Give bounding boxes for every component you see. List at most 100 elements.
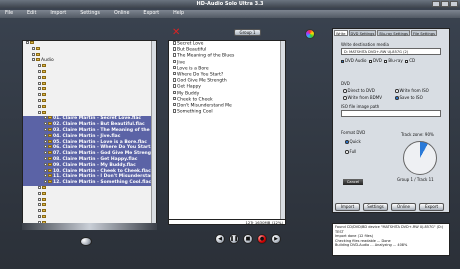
stop-button[interactable]: ■ — [243, 234, 253, 244]
expand-icon[interactable] — [38, 185, 41, 189]
expand-icon[interactable] — [38, 98, 41, 102]
group-selector[interactable]: Group 1 — [234, 29, 261, 36]
expand-icon[interactable] — [44, 180, 47, 184]
opt-write-bdmv[interactable]: Write from BDMV — [343, 95, 382, 100]
expand-icon[interactable] — [44, 139, 47, 143]
expand-icon[interactable] — [44, 122, 47, 126]
expand-icon[interactable] — [38, 203, 41, 207]
pause-icon: ❚❚ — [229, 236, 239, 242]
media-check-dvd[interactable]: DVD — [369, 58, 382, 63]
record-icon: ● — [259, 236, 265, 242]
cancel-button[interactable]: Cancel — [343, 179, 363, 185]
expand-icon[interactable] — [44, 156, 47, 160]
format-quick[interactable]: Quick — [345, 139, 361, 144]
format-full[interactable]: Full — [345, 149, 356, 154]
track-icon — [173, 65, 176, 70]
expand-icon[interactable] — [44, 174, 47, 178]
pause-button[interactable]: ❚❚ — [229, 234, 239, 244]
tree-row-label: 10. Claire Martin - Cheek to Cheek.flac — [53, 168, 151, 174]
tree-row-label: 02. Claire Martin - But Beautiful.flac — [53, 122, 145, 128]
menu-settings[interactable]: Settings — [80, 10, 100, 18]
tree-row-label: 05. Claire Martin - Love is a Bore.flac — [53, 139, 147, 145]
expand-icon[interactable] — [32, 58, 35, 62]
opt-save-iso[interactable]: Save to ISO — [395, 95, 423, 100]
previous-button[interactable]: ◀ — [215, 234, 225, 244]
expand-icon[interactable] — [38, 197, 41, 201]
menu-import[interactable]: Import — [50, 10, 66, 18]
iso-path-input[interactable] — [341, 110, 441, 117]
track-icon — [173, 59, 176, 64]
expand-icon[interactable] — [44, 116, 47, 120]
folder-icon — [42, 185, 46, 189]
previous-icon: ◀ — [218, 236, 222, 242]
online-button[interactable]: Online — [391, 203, 416, 211]
close-button[interactable] — [450, 1, 458, 7]
track-list-scrollbar[interactable] — [280, 41, 285, 219]
export-button[interactable]: Export — [419, 203, 444, 211]
expand-icon[interactable] — [38, 75, 41, 79]
media-check-cd[interactable]: CD — [405, 58, 415, 63]
expand-icon[interactable] — [38, 64, 41, 68]
tree-row-label: 09. Claire Martin - My Buddy.flac — [53, 162, 136, 168]
folder-icon — [42, 203, 46, 207]
menu-online[interactable]: Online — [114, 10, 129, 18]
delete-icon[interactable]: ✕ — [172, 28, 182, 38]
tab-dvd-settings[interactable]: DVD Settings — [348, 30, 377, 36]
expand-icon[interactable] — [38, 93, 41, 97]
maximize-button[interactable] — [441, 1, 449, 7]
track-zone-label: Track zone: 90% — [401, 132, 434, 137]
menu-export[interactable]: Export — [143, 10, 159, 18]
disc-usage-pie — [403, 141, 437, 175]
expand-icon[interactable] — [44, 151, 47, 155]
record-button[interactable]: ● — [257, 234, 267, 244]
tree-row-label: 07. Claire Martin - God Give Me Strength… — [53, 151, 157, 157]
folder-icon — [48, 180, 52, 184]
expand-icon[interactable] — [44, 162, 47, 166]
expand-icon[interactable] — [44, 168, 47, 172]
minimize-button[interactable] — [432, 1, 440, 7]
folder-icon — [42, 93, 46, 97]
next-button[interactable]: ▶ — [271, 234, 281, 244]
expand-icon[interactable] — [38, 209, 41, 213]
expand-icon[interactable] — [38, 87, 41, 91]
expand-icon[interactable] — [38, 69, 41, 73]
tree-row-label: 08. Claire Martin - Get Happy.flac — [53, 156, 138, 162]
menu-bar: File Edit Import Settings Online Export … — [0, 10, 460, 18]
settings-button[interactable]: Settings — [363, 203, 388, 211]
expand-icon[interactable] — [44, 127, 47, 131]
track-row[interactable]: Something Cool — [169, 109, 285, 115]
opt-direct-dvd[interactable]: Direct to DVD — [343, 88, 375, 93]
folder-icon — [42, 64, 46, 68]
file-tree[interactable]: Audio 01. Claire Martin - Secret Love.fla… — [22, 40, 157, 225]
expand-icon[interactable] — [44, 133, 47, 137]
menu-edit[interactable]: Edit — [27, 10, 36, 18]
expand-icon[interactable] — [38, 110, 41, 114]
expand-icon[interactable] — [38, 191, 41, 195]
eject-button[interactable] — [80, 237, 92, 246]
folder-icon — [42, 110, 46, 114]
track-list[interactable]: Secret Love But Beautiful The Meaning of t… — [168, 40, 286, 220]
menu-file[interactable]: File — [5, 10, 13, 18]
opt-write-iso[interactable]: Write from ISO — [395, 88, 429, 93]
expand-icon[interactable] — [32, 52, 35, 56]
expand-icon[interactable] — [38, 214, 41, 218]
tab-bluray-settings[interactable]: Blu-ray Settings — [377, 30, 411, 36]
expand-icon[interactable] — [32, 46, 35, 50]
media-check-dvdaudio[interactable]: DVD Audio — [341, 58, 366, 63]
expand-icon[interactable] — [38, 81, 41, 85]
tree-scrollbar[interactable] — [151, 41, 156, 224]
media-check-bluray[interactable]: Blu-ray — [384, 58, 403, 63]
menu-help[interactable]: Help — [173, 10, 184, 18]
tab-file-settings[interactable]: File Settings — [411, 30, 437, 36]
expand-icon[interactable] — [44, 145, 47, 149]
folder-icon — [42, 191, 46, 195]
tree-resizer[interactable] — [22, 223, 157, 230]
folder-icon — [48, 122, 52, 126]
tab-write[interactable]: Write — [334, 30, 348, 36]
import-button[interactable]: Import — [335, 203, 360, 211]
disc-icon — [305, 29, 315, 39]
expand-icon[interactable] — [26, 41, 29, 44]
expand-icon[interactable] — [38, 104, 41, 108]
drive-select[interactable]: D: MATSHITA DVD+-RW UJ-857G (2) — [341, 48, 441, 55]
log-line: Building DVD-Audio ... Analyzing ... 408… — [335, 243, 408, 248]
